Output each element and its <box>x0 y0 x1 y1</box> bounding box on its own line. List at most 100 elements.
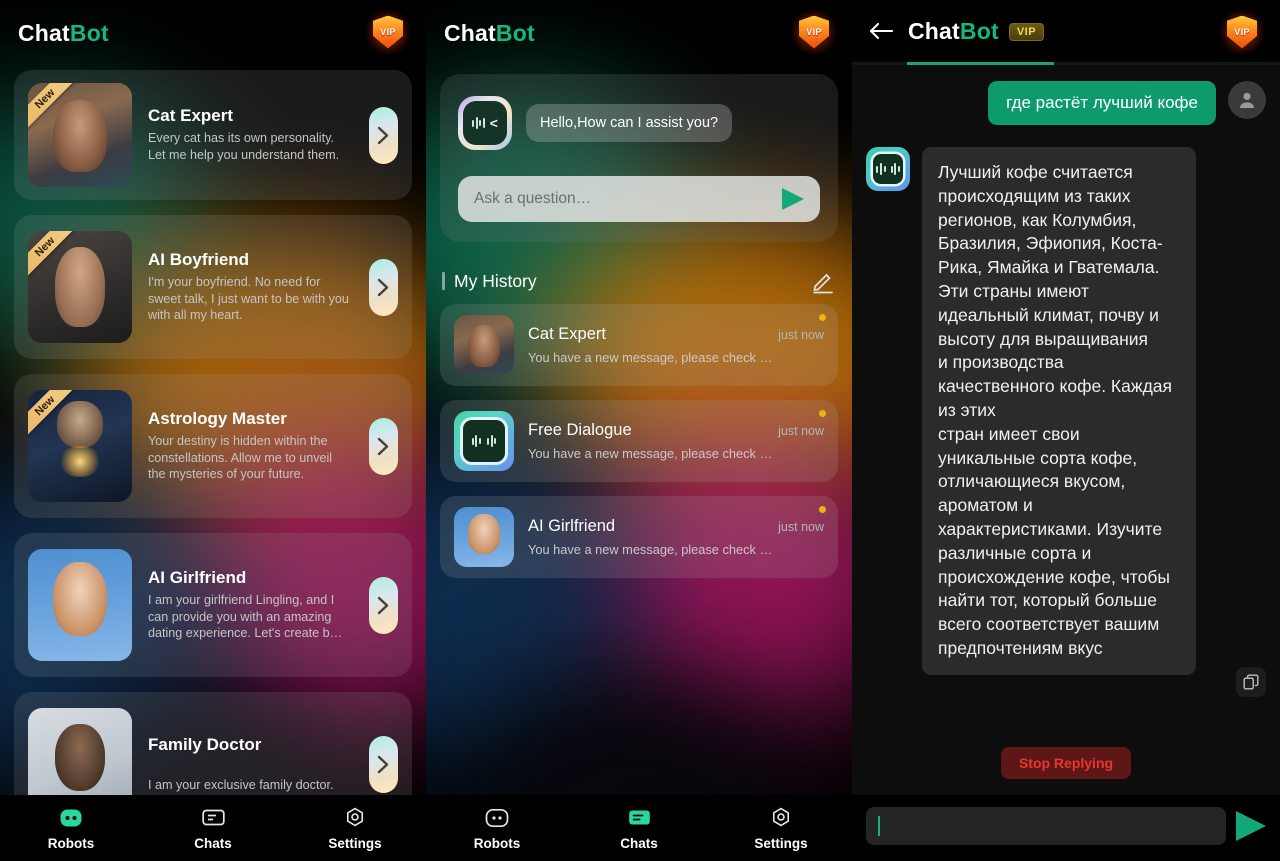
equalizer-icon <box>472 117 485 129</box>
robot-description: Every cat has its own personality. Let m… <box>148 131 340 162</box>
chats-icon <box>626 805 652 831</box>
ask-question-row[interactable] <box>458 176 820 222</box>
robot-name: Astrology Master <box>148 409 287 429</box>
nav-item-settings[interactable]: Settings <box>284 805 426 851</box>
bot-message-row: Лучший кофе считается происходящим из та… <box>866 147 1266 675</box>
panel-robots-list: ChatBot VIP New Cat Expert Every cat has… <box>0 0 426 861</box>
history-time: just now <box>778 520 824 534</box>
message-list: где растёт лучший кофе Лучший кофе счита… <box>852 65 1280 737</box>
nav-item-settings[interactable]: Settings <box>710 805 852 851</box>
send-icon[interactable] <box>782 188 804 210</box>
robot-avatar: New <box>28 231 132 343</box>
app-title-second: Bot <box>69 19 109 46</box>
chevron-right-icon[interactable] <box>369 106 398 164</box>
nav-item-robots[interactable]: Robots <box>0 805 142 851</box>
assistant-greeting-bubble: Hello,How can I assist you? <box>526 104 733 142</box>
robot-description: I'm your boyfriend. No need for sweet ta… <box>148 275 349 323</box>
chats-icon <box>200 805 226 831</box>
robot-card[interactable]: New Cat Expert Every cat has its own per… <box>14 70 412 200</box>
bottom-nav: Robots Chats Settings <box>426 795 852 861</box>
panel3-header: ChatBot VIP VIP <box>852 0 1280 62</box>
chevron-right-icon[interactable] <box>369 735 398 793</box>
robot-avatar: New <box>28 83 132 187</box>
chevron-right-icon[interactable] <box>369 417 398 475</box>
chevron-right-icon[interactable] <box>369 576 398 634</box>
robot-description: Your destiny is hidden within the conste… <box>148 434 333 482</box>
nav-label: Chats <box>194 836 232 851</box>
robot-name: Cat Expert <box>148 106 234 126</box>
robot-name: AI Girlfriend <box>148 568 247 588</box>
robot-avatar: New <box>28 390 132 502</box>
assistant-avatar-icon: < <box>458 96 512 150</box>
history-title: My History <box>454 270 537 291</box>
panel1-header: ChatBot VIP <box>0 0 426 66</box>
history-name: Free Dialogue <box>528 421 632 439</box>
equalizer-icon <box>890 163 900 175</box>
robot-card-list: New Cat Expert Every cat has its own per… <box>0 66 426 861</box>
history-avatar <box>454 507 514 567</box>
history-header: My History <box>442 268 836 294</box>
nav-item-chats[interactable]: Chats <box>142 805 284 851</box>
robot-icon <box>58 805 84 831</box>
nav-item-robots[interactable]: Robots <box>426 805 568 851</box>
vip-badge-button[interactable]: VIP <box>791 9 837 55</box>
user-message-row: где растёт лучший кофе <box>866 81 1266 125</box>
message-input-bar <box>852 795 1280 861</box>
robot-name: Family Doctor <box>148 734 262 754</box>
history-preview: You have a new message, please check … <box>528 542 773 557</box>
history-list-item[interactable]: Free Dialogue just now You have a new me… <box>440 400 838 482</box>
robot-name: AI Boyfriend <box>148 250 250 270</box>
history-preview: You have a new message, please check … <box>528 350 773 365</box>
send-icon[interactable] <box>1236 811 1266 841</box>
nav-item-chats[interactable]: Chats <box>568 805 710 851</box>
vip-badge-label: VIP <box>806 27 822 37</box>
section-accent-bar <box>442 272 445 290</box>
chevron-right-icon[interactable] <box>369 258 398 316</box>
copy-icon[interactable] <box>1236 667 1266 697</box>
history-avatar <box>454 411 514 471</box>
pencil-icon[interactable] <box>810 268 836 294</box>
vip-tag: VIP <box>1008 22 1045 41</box>
back-arrow-icon[interactable] <box>866 16 896 46</box>
robot-card[interactable]: AI Girlfriend I am your girlfriend Lingl… <box>14 533 412 677</box>
history-avatar <box>454 315 514 375</box>
vip-badge-button[interactable]: VIP <box>365 9 411 55</box>
message-input[interactable] <box>880 818 1214 834</box>
app-title: ChatBot <box>18 20 109 47</box>
equalizer-icon <box>471 435 481 447</box>
robot-card[interactable]: New AI Boyfriend I'm your boyfriend. No … <box>14 215 412 359</box>
robot-avatar <box>28 549 132 661</box>
robot-card[interactable]: New Astrology Master Your destiny is hid… <box>14 374 412 518</box>
app-title-first: Chat <box>444 19 496 46</box>
vip-badge-button[interactable]: VIP <box>1219 9 1265 55</box>
app-title-second: Bot <box>959 17 999 44</box>
user-message-bubble: где растёт лучший кофе <box>988 81 1216 125</box>
bot-message-bubble: Лучший кофе считается происходящим из та… <box>922 147 1196 675</box>
nav-label: Robots <box>473 836 521 851</box>
app-title-first: Chat <box>908 17 960 44</box>
history-list-item[interactable]: AI Girlfriend just now You have a new me… <box>440 496 838 578</box>
settings-icon <box>768 805 794 831</box>
quick-ask-widget: < Hello,How can I assist you? <box>440 74 838 242</box>
robot-icon <box>484 805 510 831</box>
chevron-left-icon: < <box>489 115 498 131</box>
history-preview: You have a new message, please check … <box>528 446 773 461</box>
message-input-box[interactable] <box>866 807 1226 845</box>
ask-question-input[interactable] <box>474 190 782 208</box>
history-name: AI Girlfriend <box>528 517 616 535</box>
equalizer-icon <box>876 163 886 175</box>
history-time: just now <box>778 328 824 342</box>
app-title-second: Bot <box>495 19 535 46</box>
panel2-header: ChatBot VIP <box>426 0 852 66</box>
nav-label: Settings <box>754 836 808 851</box>
panel-chats: ChatBot VIP < Hello,How can I assist you… <box>426 0 852 861</box>
nav-label: Settings <box>328 836 382 851</box>
history-list-item[interactable]: Cat Expert just now You have a new messa… <box>440 304 838 386</box>
user-avatar <box>1228 81 1266 119</box>
panel-conversation: ChatBot VIP VIP где растёт лучший кофе Л… <box>852 0 1280 861</box>
stop-replying-button[interactable]: Stop Replying <box>1000 747 1132 779</box>
history-time: just now <box>778 424 824 438</box>
nav-label: Robots <box>47 836 95 851</box>
equalizer-icon <box>487 435 497 447</box>
bot-avatar <box>866 147 910 191</box>
